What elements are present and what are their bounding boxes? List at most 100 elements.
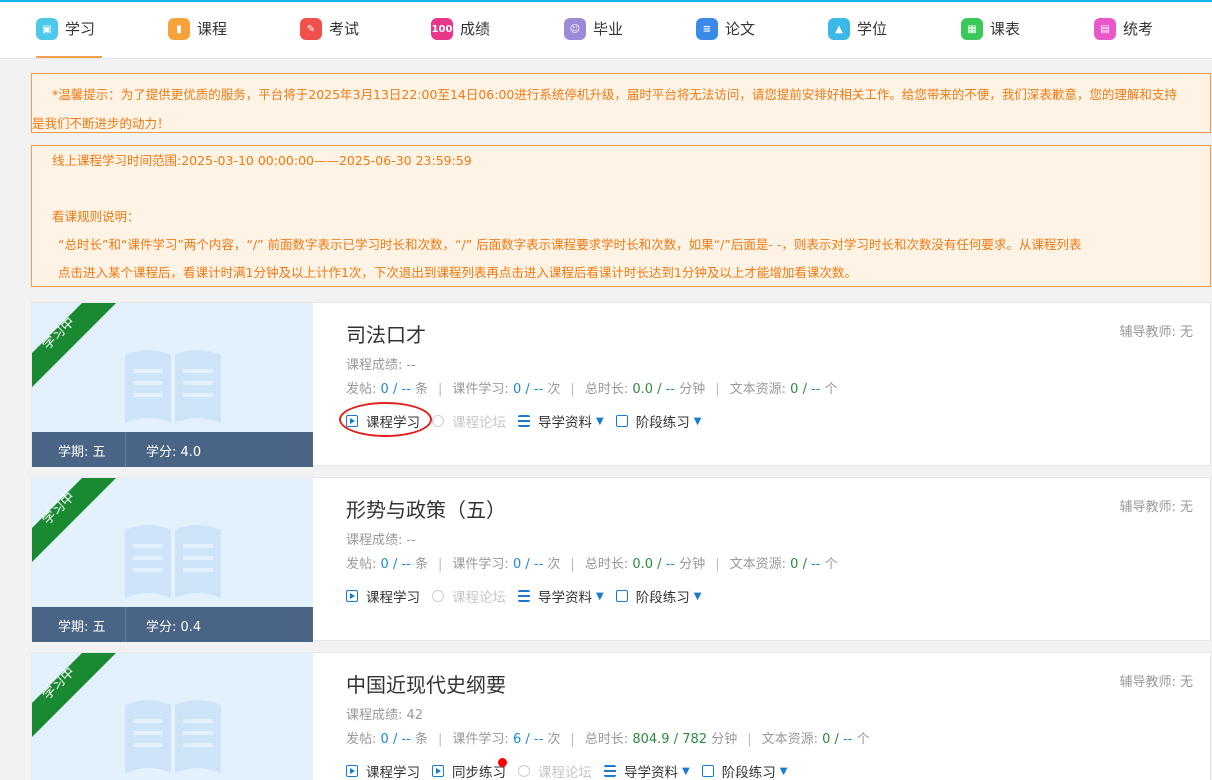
play-icon bbox=[346, 765, 358, 777]
stage-practice-label: 阶段练习 bbox=[635, 415, 690, 431]
total-time-label: 总时长: bbox=[584, 382, 629, 397]
courseware-required: -- bbox=[533, 382, 544, 397]
time-done: 804.9 bbox=[632, 732, 670, 747]
guide-materials-dropdown[interactable]: 导学资料 ▼ bbox=[518, 586, 604, 606]
posts-required: -- bbox=[401, 382, 411, 397]
course-forum-button[interactable]: 课程论坛 bbox=[432, 586, 506, 606]
nav-item-label: 论文 bbox=[725, 20, 756, 38]
unified-exam-icon: ▤ bbox=[1094, 18, 1116, 40]
resource-unit: 个 bbox=[824, 557, 838, 572]
nav-item-label: 考试 bbox=[329, 20, 360, 38]
time-required: 782 bbox=[682, 732, 708, 747]
course-stats: 发帖: 0 / -- 条 | 课件学习: 0 / -- 次 | 总时长: 0.0 / -… bbox=[346, 557, 838, 572]
study-icon: ▣ bbox=[36, 18, 58, 40]
course-thumbnail[interactable]: 学习中 学期: 五 学分: 0.4 bbox=[32, 478, 313, 642]
course-actions: 课程学习 课程论坛 导学资料 ▼ 阶段练习 ▼ bbox=[346, 586, 713, 606]
rules-title: 看课规则说明： bbox=[52, 209, 140, 224]
nav-item-thesis[interactable]: ≡ 论文 bbox=[696, 18, 755, 58]
courseware-unit: 次 bbox=[547, 382, 561, 397]
nav-item-label: 毕业 bbox=[593, 20, 624, 38]
time-unit: 分钟 bbox=[679, 557, 706, 572]
nav-item-course[interactable]: ▮ 课程 bbox=[168, 18, 227, 58]
courseware-label: 课件学习: bbox=[452, 382, 509, 397]
course-forum-label: 课程论坛 bbox=[452, 415, 506, 431]
nav-item-degree[interactable]: ▲ 学位 bbox=[828, 18, 887, 58]
posts-unit: 条 bbox=[415, 732, 429, 747]
course-study-label: 课程学习 bbox=[366, 590, 420, 606]
time-required: -- bbox=[665, 557, 676, 572]
sync-practice-button[interactable]: 同步练习 bbox=[432, 758, 507, 780]
course-forum-label: 课程论坛 bbox=[452, 590, 506, 606]
thesis-icon: ≡ bbox=[696, 18, 718, 40]
nav-item-exam[interactable]: ✎ 考试 bbox=[300, 18, 359, 58]
chat-bubble-icon bbox=[432, 415, 444, 427]
nav-item-label: 学习 bbox=[65, 20, 96, 38]
nav-item-grade[interactable]: 100 成绩 bbox=[431, 18, 490, 58]
term-credit-bar: 学期: 五 学分: 0.4 bbox=[32, 607, 313, 642]
grade-icon: 100 bbox=[431, 18, 453, 40]
chevron-down-icon: ▼ bbox=[779, 765, 788, 777]
course-title[interactable]: 中国近现代史纲要 bbox=[346, 669, 506, 698]
edit-icon bbox=[615, 415, 628, 427]
stage-practice-dropdown[interactable]: 阶段练习 ▼ bbox=[701, 761, 788, 780]
courseware-label: 课件学习: bbox=[452, 557, 509, 572]
course-thumbnail[interactable]: 学习中 bbox=[32, 653, 313, 780]
nav-item-graduation[interactable]: ☺ 毕业 bbox=[564, 18, 623, 58]
courseware-done: 0 bbox=[512, 382, 522, 397]
nav-item-label: 课程 bbox=[197, 20, 228, 38]
posts-done: 0 bbox=[380, 557, 389, 572]
nav-item-study[interactable]: ▣ 学习 bbox=[36, 18, 103, 58]
time-required: -- bbox=[665, 382, 676, 397]
chevron-down-icon: ▼ bbox=[596, 415, 604, 427]
nav-item-label: 学位 bbox=[857, 20, 888, 38]
nav-item-label: 统考 bbox=[1123, 20, 1154, 38]
resource-unit: 个 bbox=[824, 382, 838, 397]
rules-text: 点击进入某个课程后，看课计时满1分钟及以上计作1次，下次退出到课程列表再点击进入… bbox=[58, 265, 857, 280]
course-card: 学习中 中国近现代史纲要 辅导教师: 无 课程成绩: 42 发帖: 0 / --… bbox=[31, 652, 1211, 780]
course-forum-button[interactable]: 课程论坛 bbox=[432, 411, 506, 431]
nav-item-label: 课表 bbox=[990, 20, 1021, 38]
course-actions: 课程学习 同步练习 课程论坛 导学资料 ▼ 阶段练习 ▼ bbox=[346, 758, 799, 780]
highlight-circle bbox=[339, 402, 432, 437]
course-study-button[interactable]: 课程学习 bbox=[346, 586, 420, 606]
resource-unit: 个 bbox=[856, 732, 870, 747]
course-title[interactable]: 形势与政策（五） bbox=[346, 494, 506, 523]
posts-done: 0 bbox=[380, 382, 389, 397]
course-study-button[interactable]: 课程学习 bbox=[346, 761, 420, 780]
course-forum-button[interactable]: 课程论坛 bbox=[518, 761, 592, 780]
posts-label: 发帖: bbox=[346, 557, 377, 572]
nav-item-unified-exam[interactable]: ▤ 统考 bbox=[1094, 18, 1153, 58]
stage-practice-dropdown[interactable]: 阶段练习 ▼ bbox=[615, 586, 702, 606]
chevron-down-icon: ▼ bbox=[693, 590, 702, 602]
courseware-done: 6 bbox=[512, 732, 522, 747]
time-range-text: 线上课程学习时间范围:2025-03-10 00:00:00——2025-06-… bbox=[52, 153, 472, 168]
stage-practice-dropdown[interactable]: 阶段练习 ▼ bbox=[615, 411, 701, 431]
book-icon bbox=[125, 700, 221, 773]
time-done: 0.0 bbox=[632, 382, 654, 397]
course-card: 学习中 学期: 五 学分: 4.0 司法口才 辅导教师: 无 课程成绩: -- … bbox=[31, 302, 1211, 467]
nav-item-schedule[interactable]: ▦ 课表 bbox=[961, 18, 1020, 58]
posts-required: -- bbox=[401, 557, 411, 572]
course-score: 课程成绩: -- bbox=[346, 529, 416, 548]
term-label: 学期: 五 bbox=[58, 445, 106, 460]
score-prefix: 课程成绩: bbox=[346, 533, 407, 548]
chat-bubble-icon bbox=[432, 590, 444, 602]
divider bbox=[125, 432, 126, 467]
course-thumbnail[interactable]: 学习中 学期: 五 学分: 4.0 bbox=[32, 303, 313, 467]
list-icon bbox=[518, 590, 530, 602]
resource-required: -- bbox=[811, 382, 821, 397]
course-icon: ▮ bbox=[168, 18, 190, 40]
total-time-label: 总时长: bbox=[584, 557, 629, 572]
guide-materials-dropdown[interactable]: 导学资料 ▼ bbox=[604, 761, 690, 780]
courseware-label: 课件学习: bbox=[452, 732, 509, 747]
guide-materials-dropdown[interactable]: 导学资料 ▼ bbox=[518, 411, 604, 431]
score-value: -- bbox=[406, 533, 416, 548]
play-icon bbox=[432, 765, 444, 777]
posts-label: 发帖: bbox=[346, 732, 377, 747]
tutor-label: 辅导教师: 无 bbox=[1119, 675, 1193, 690]
course-title[interactable]: 司法口才 bbox=[346, 319, 426, 348]
schedule-icon: ▦ bbox=[961, 18, 983, 40]
time-done: 0.0 bbox=[632, 557, 654, 572]
credit-label: 学分: 0.4 bbox=[146, 620, 202, 635]
